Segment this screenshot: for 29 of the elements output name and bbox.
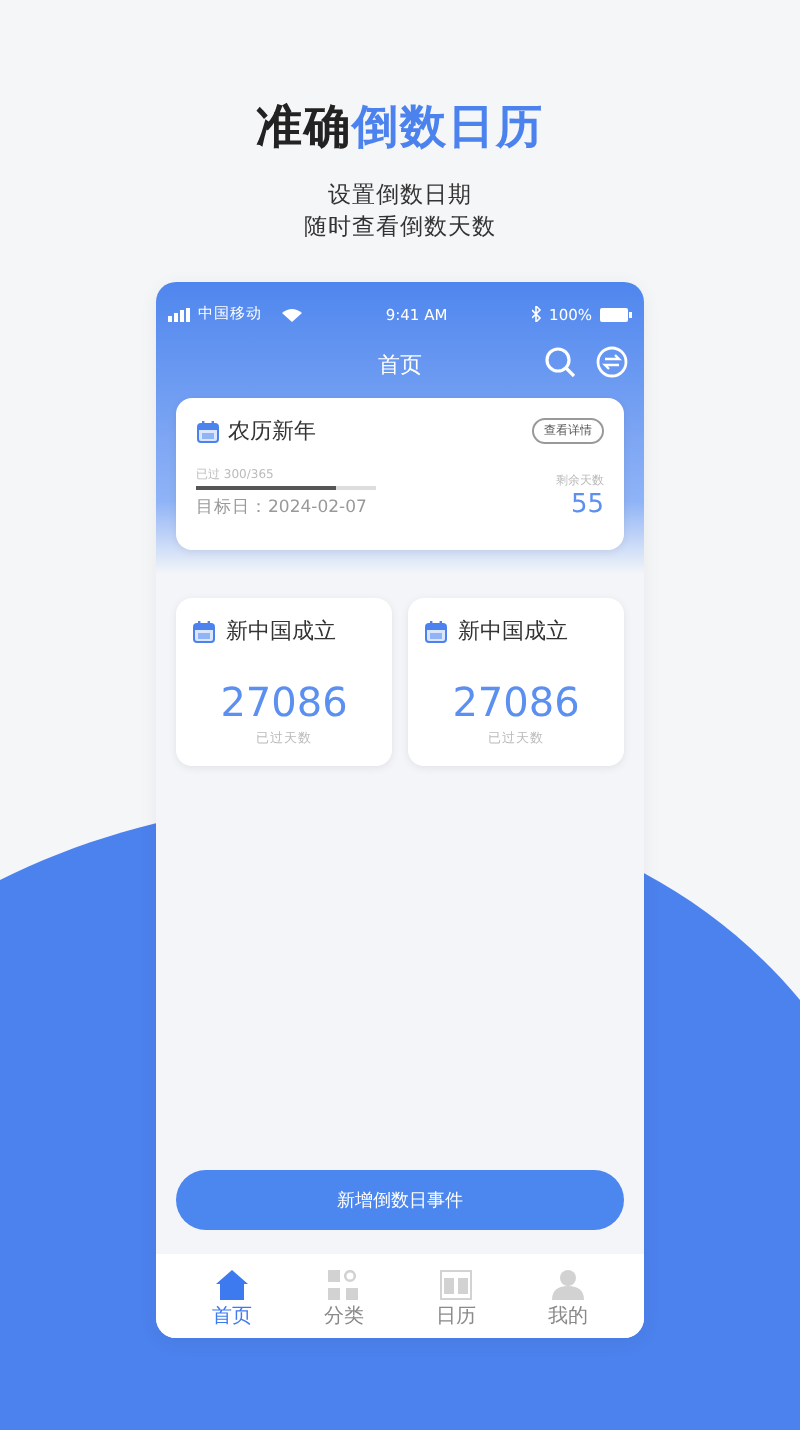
- day-count: 27086: [220, 678, 348, 726]
- tab[interactable]: 我的: [548, 1270, 588, 1330]
- headline: 准确倒数日历: [256, 100, 544, 158]
- grid-search-icon: [328, 1270, 360, 1300]
- event-name: 农历新年: [228, 416, 316, 446]
- remaining-days: 55: [570, 490, 604, 520]
- day-count: 27086: [452, 678, 580, 726]
- tab[interactable]: 首页: [212, 1270, 252, 1330]
- tab[interactable]: 分类: [324, 1270, 364, 1330]
- nav-title: 首页: [378, 349, 422, 379]
- person-icon: [552, 1270, 584, 1300]
- calendar-icon: [192, 619, 216, 643]
- bluetooth-icon: [531, 306, 542, 322]
- battery-icon: [600, 307, 632, 321]
- tab[interactable]: 日历: [436, 1270, 476, 1330]
- calendar-icon: [196, 419, 220, 443]
- event-name: 新中国成立: [458, 616, 568, 646]
- subtitle: 随时查看倒数天数: [304, 210, 496, 242]
- home-icon: [216, 1270, 248, 1300]
- calendar-icon: [424, 619, 448, 643]
- calendar-icon: [440, 1270, 472, 1300]
- wifi-icon: [282, 307, 302, 321]
- signal-icon: [168, 307, 190, 321]
- subtitle: 设置倒数日期: [328, 178, 472, 210]
- target-date: 目标日：2024-02-07: [196, 496, 369, 520]
- swap-icon[interactable]: [596, 346, 628, 378]
- add-event-button[interactable]: 新增倒数日事件: [176, 1170, 624, 1230]
- search-icon[interactable]: [544, 346, 576, 378]
- event-name: 新中国成立: [226, 616, 336, 646]
